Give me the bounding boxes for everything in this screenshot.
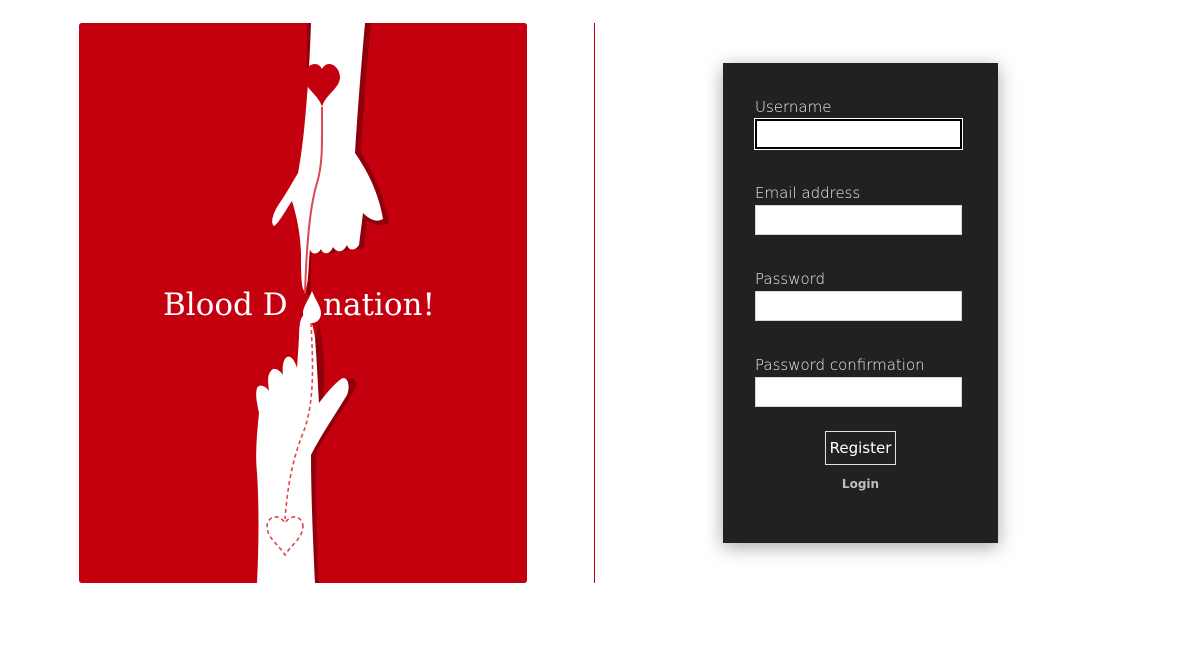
vertical-divider [594, 23, 595, 583]
username-field[interactable] [755, 119, 962, 149]
poster-title-part2: nation! [323, 287, 435, 323]
poster-illustration: Blood D nation! [79, 23, 527, 583]
poster-title-part1: Blood D [163, 287, 288, 323]
password-group: Password [755, 270, 962, 321]
password-confirmation-label: Password confirmation [755, 356, 925, 374]
username-group: Username [755, 98, 962, 149]
username-label: Username [755, 98, 832, 116]
email-field[interactable] [755, 205, 962, 235]
login-link[interactable]: Login [723, 477, 998, 491]
password-confirmation-group: Password confirmation [755, 356, 962, 407]
password-label: Password [755, 270, 826, 288]
password-confirmation-field[interactable] [755, 377, 962, 407]
password-field[interactable] [755, 291, 962, 321]
email-group: Email address [755, 184, 962, 235]
registration-form: Username Email address Password Password… [723, 63, 998, 543]
register-button[interactable]: Register [825, 431, 896, 465]
registration-page: Blood D nation! Username Email address P… [0, 0, 1190, 659]
blood-donation-poster: Blood D nation! [79, 23, 527, 583]
email-label: Email address [755, 184, 861, 202]
